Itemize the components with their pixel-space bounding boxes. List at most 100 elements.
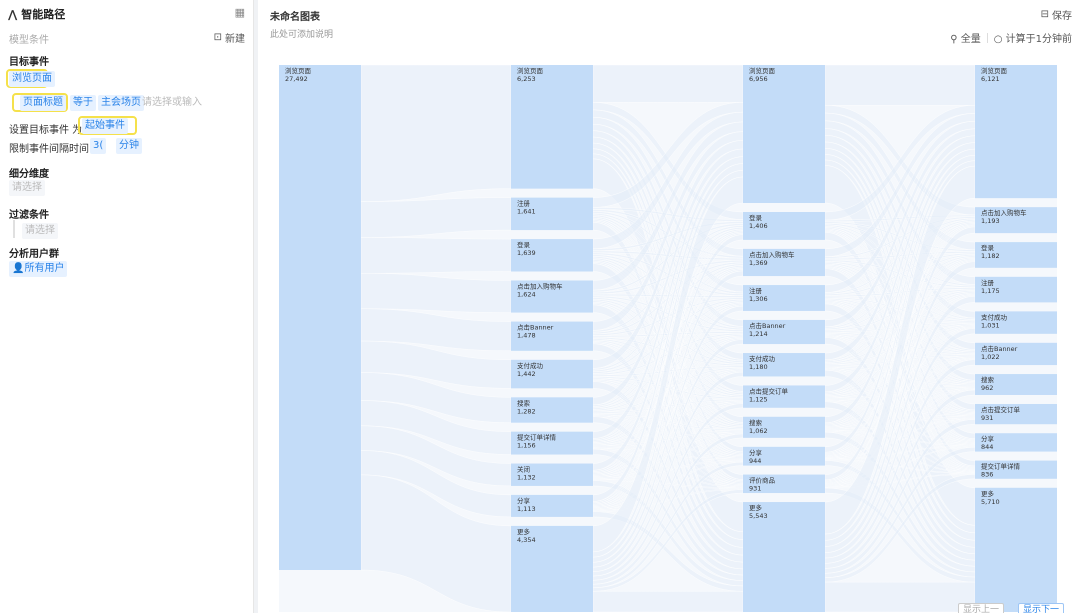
- sankey-node-value: 1,639: [517, 249, 536, 257]
- sankey-node[interactable]: 浏览页面6,121: [975, 65, 1057, 199]
- sankey-node[interactable]: 分享844: [975, 433, 1057, 452]
- sankey-node-bar[interactable]: [511, 65, 593, 189]
- sankey-node-value: 1,180: [749, 363, 768, 371]
- sankey-node-name: 注册: [981, 278, 995, 287]
- operator-chip[interactable]: 等于: [70, 95, 96, 111]
- sankey-node-name: 点击Banner: [749, 321, 786, 330]
- attr-chip[interactable]: 页面标题: [20, 95, 66, 111]
- sankey-chart: 浏览页面27,492浏览页面6,253注册1,641登录1,639点击加入购物车…: [279, 64, 1057, 613]
- sankey-node-name: 提交订单详情: [517, 433, 557, 442]
- value-chip[interactable]: 主会场页: [98, 95, 144, 111]
- sankey-node[interactable]: 分享1,113: [511, 494, 593, 517]
- sankey-node-value: 944: [749, 457, 761, 465]
- sankey-node-name: 点击加入购物车: [981, 208, 1027, 217]
- user-group-title: 分析用户群: [9, 249, 59, 260]
- sankey-node-name: 分享: [517, 496, 531, 505]
- prev-step-button[interactable]: 显示上一: [958, 603, 1005, 613]
- sankey-node-name: 评价商品: [749, 476, 775, 485]
- sankey-node-value: 931: [749, 485, 761, 493]
- sankey-node-name: 搜索: [517, 398, 531, 407]
- start-event-chip[interactable]: 起始事件: [82, 118, 128, 134]
- sankey-node[interactable]: 注册1,641: [511, 197, 593, 231]
- sankey-node-value: 1,175: [981, 287, 1000, 295]
- dimension-title: 细分维度: [9, 169, 49, 180]
- sankey-node-value: 1,214: [749, 330, 768, 338]
- user-icon: 👤: [12, 263, 25, 274]
- sankey-node-name: 注册: [517, 199, 531, 208]
- user-group-chip[interactable]: 👤所有用户: [9, 261, 68, 277]
- sankey-link[interactable]: [824, 581, 976, 613]
- sankey-node[interactable]: 登录1,639: [511, 239, 593, 272]
- sankey-node[interactable]: 更多5,543: [743, 502, 825, 612]
- filter-line: [13, 220, 15, 238]
- value-input[interactable]: 请选择或输入: [139, 95, 205, 111]
- sankey-node-name: 浏览页面: [981, 66, 1008, 75]
- sankey-node-name: 浏览页面: [749, 66, 776, 75]
- sankey-node-value: 6,956: [749, 75, 768, 83]
- filter-select[interactable]: 请选择: [22, 223, 58, 239]
- sankey-node[interactable]: 支付成功1,180: [743, 353, 825, 377]
- sankey-node[interactable]: 浏览页面27,492: [279, 65, 361, 570]
- sankey-node[interactable]: 登录1,182: [975, 242, 1057, 268]
- sankey-node[interactable]: 登录1,406: [743, 211, 825, 240]
- filter-title: 过滤条件: [9, 210, 49, 221]
- sankey-node[interactable]: 分享944: [743, 446, 825, 466]
- sankey-link[interactable]: [360, 237, 512, 274]
- grid-icon[interactable]: ▦: [235, 6, 245, 19]
- set-target-label: 设置目标事件 为: [9, 125, 83, 136]
- sankey-node[interactable]: 搜索962: [975, 374, 1057, 395]
- sankey-node-name: 分享: [749, 448, 763, 457]
- sankey-node-name: 点击提交订单: [749, 386, 789, 395]
- sankey-node[interactable]: 浏览页面6,253: [511, 65, 593, 189]
- limit-label: 限制事件间隔时间: [9, 144, 89, 155]
- sankey-node[interactable]: 点击Banner1,478: [511, 321, 593, 351]
- sankey-node-name: 浏览页面: [285, 66, 312, 75]
- target-event-chip[interactable]: 浏览页面: [9, 71, 55, 87]
- sankey-link[interactable]: [824, 64, 976, 106]
- sankey-node[interactable]: 评价商品931: [743, 474, 825, 494]
- sankey-node-value: 1,156: [517, 442, 536, 450]
- sankey-node[interactable]: 关闭1,132: [511, 463, 593, 486]
- sankey-node[interactable]: 支付成功1,031: [975, 311, 1057, 334]
- sankey-node[interactable]: 点击加入购物车1,624: [511, 280, 593, 313]
- sankey-node-bar[interactable]: [975, 65, 1057, 199]
- dimension-select[interactable]: 请选择: [9, 180, 45, 196]
- sankey-node[interactable]: 点击加入购物车1,369: [743, 248, 825, 277]
- limit-unit-select[interactable]: 分钟: [116, 138, 142, 154]
- sankey-node-name: 关闭: [517, 465, 530, 474]
- sankey-node[interactable]: 更多5,710: [975, 487, 1057, 612]
- sankey-node[interactable]: 点击提交订单1,125: [743, 385, 825, 408]
- sankey-node[interactable]: 更多4,354: [511, 525, 593, 612]
- sankey-node-value: 1,125: [749, 395, 768, 403]
- sankey-node[interactable]: 点击Banner1,022: [975, 342, 1057, 366]
- sankey-node[interactable]: 搜索1,062: [743, 416, 825, 438]
- sankey-node-name: 登录: [981, 243, 995, 252]
- model-label: 模型条件: [9, 35, 49, 46]
- sankey-node[interactable]: 浏览页面6,956: [743, 65, 825, 203]
- sankey-node[interactable]: 点击加入购物车1,193: [975, 207, 1057, 234]
- sankey-node-name: 点击Banner: [517, 323, 554, 332]
- sankey-node-bar[interactable]: [743, 65, 825, 203]
- sankey-link[interactable]: [592, 591, 744, 613]
- sankey-node[interactable]: 支付成功1,442: [511, 359, 593, 389]
- sankey-node[interactable]: 注册1,175: [975, 276, 1057, 303]
- sankey-node-name: 更多: [749, 503, 763, 512]
- limit-input[interactable]: 3(: [90, 138, 107, 154]
- sankey-node-value: 6,253: [517, 75, 536, 83]
- sankey-node[interactable]: 注册1,306: [743, 285, 825, 311]
- sankey-node-name: 支付成功: [749, 354, 776, 363]
- sankey-node-name: 更多: [981, 489, 995, 498]
- sankey-link[interactable]: [360, 64, 512, 202]
- sankey-node-bar[interactable]: [975, 487, 1057, 612]
- sankey-node-value: 1,624: [517, 290, 536, 298]
- sankey-node[interactable]: 提交订单详情1,156: [511, 431, 593, 455]
- sankey-node[interactable]: 搜索1,282: [511, 397, 593, 423]
- sankey-node[interactable]: 点击Banner1,214: [743, 319, 825, 345]
- sankey-node[interactable]: 提交订单详情836: [975, 460, 1057, 479]
- new-button[interactable]: ⊡ 新建: [214, 30, 245, 45]
- sankey-node[interactable]: 点击提交订单931: [975, 403, 1057, 425]
- next-step-button[interactable]: 显示下一: [1018, 603, 1065, 613]
- sankey-node-value: 1,182: [981, 252, 1000, 260]
- sankey-link[interactable]: [592, 64, 744, 103]
- sankey-node-bar[interactable]: [279, 65, 361, 570]
